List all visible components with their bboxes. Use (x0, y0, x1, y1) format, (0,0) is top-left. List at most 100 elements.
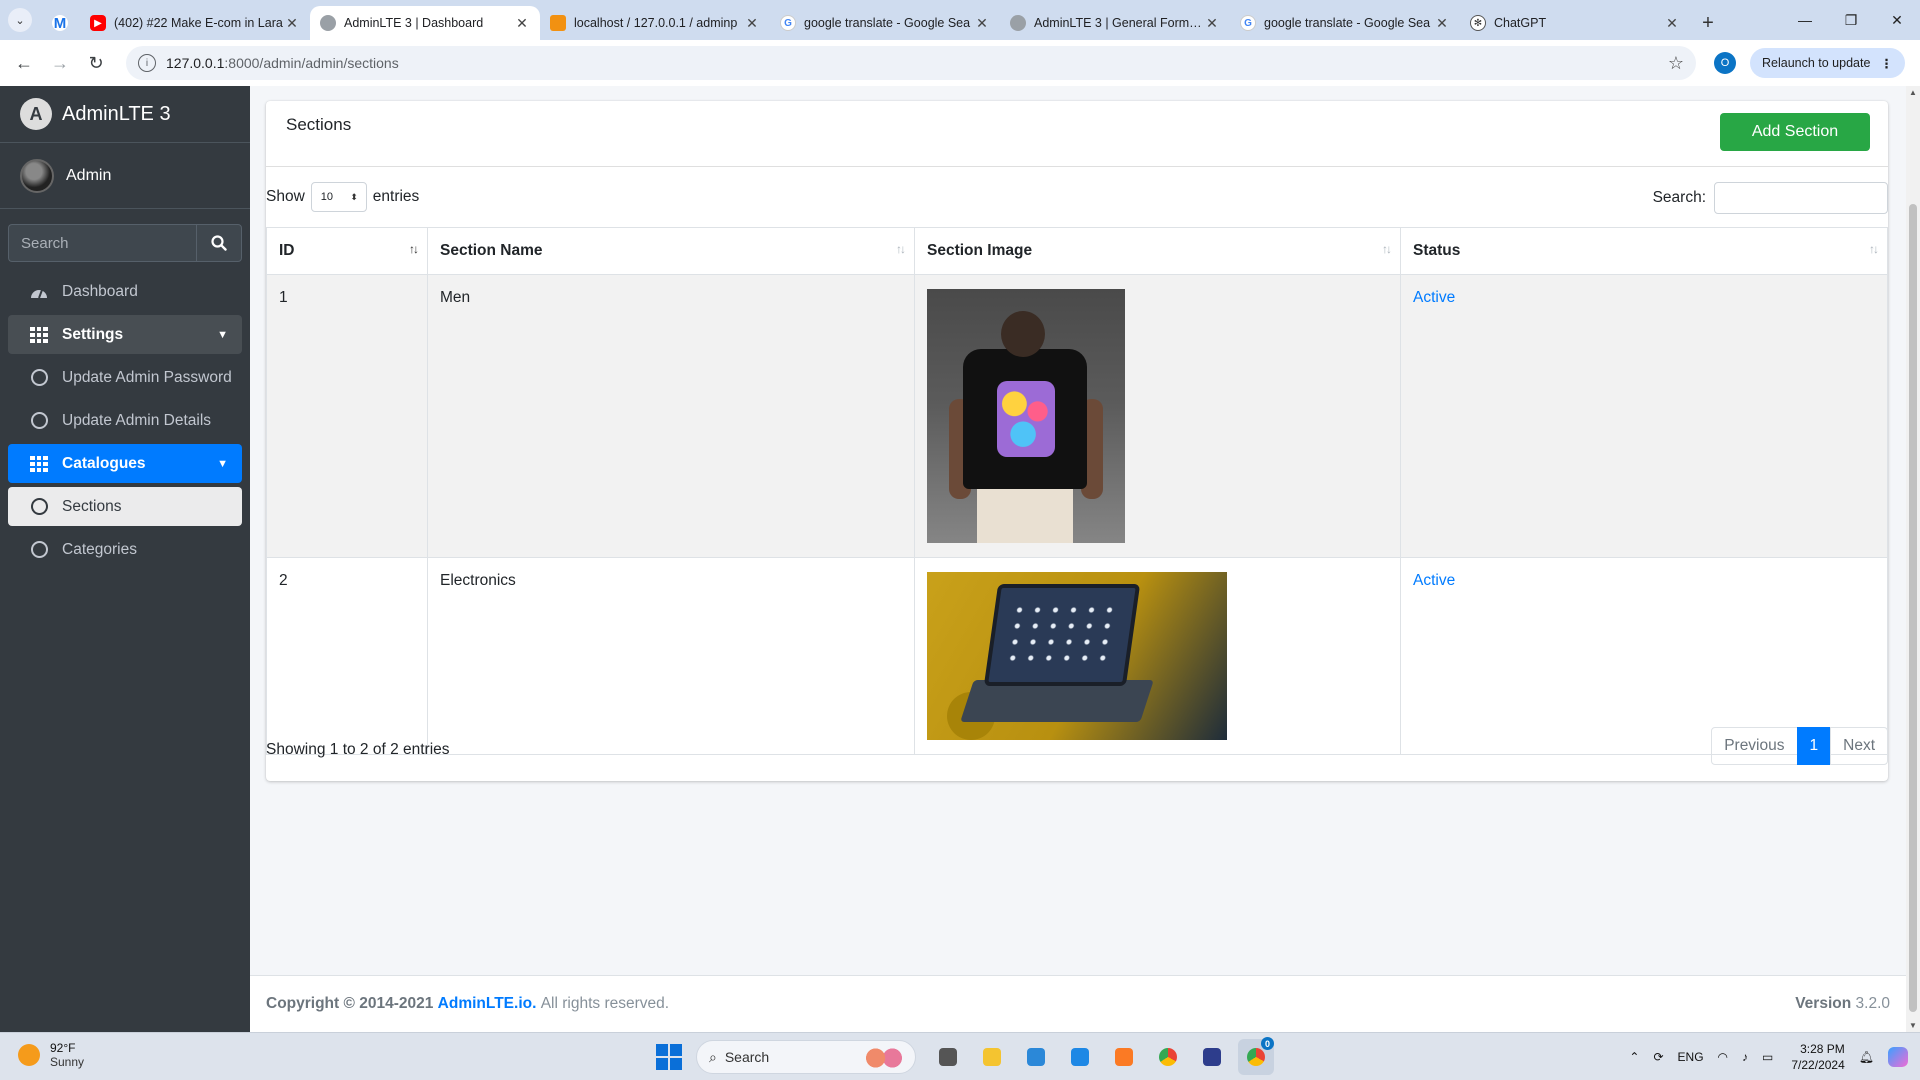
chrome-icon[interactable] (1150, 1039, 1186, 1075)
scrollbar-thumb[interactable] (1909, 204, 1917, 1012)
file-explorer-icon[interactable] (974, 1039, 1010, 1075)
vscode-icon[interactable] (1062, 1039, 1098, 1075)
sidebar-search: Search (8, 224, 242, 262)
close-icon[interactable]: ✕ (744, 15, 760, 32)
sidebar-item-catalogues[interactable]: Catalogues ▼ (8, 444, 242, 483)
sort-icon: ↑↓ (1869, 242, 1879, 256)
table-info: Showing 1 to 2 of 2 entries (266, 741, 450, 758)
pagination-page-1[interactable]: 1 (1796, 727, 1832, 765)
powershell-icon[interactable] (1194, 1039, 1230, 1075)
column-header-status[interactable]: Status ↑↓ (1400, 227, 1888, 275)
weather-condition: Sunny (50, 1055, 85, 1069)
close-icon[interactable]: ✕ (284, 15, 300, 32)
tab-general-form[interactable]: AdminLTE 3 | General Form Ele ✕ (1000, 6, 1230, 40)
profile-avatar[interactable]: O (1714, 52, 1736, 74)
weather-widget[interactable]: 92°F Sunny (18, 1041, 84, 1069)
close-window-icon[interactable]: ✕ (1874, 0, 1920, 40)
column-header-id[interactable]: ID ↑↓ (266, 227, 428, 275)
sidebar-item-label: Categories (62, 540, 137, 558)
minimize-icon[interactable]: — (1782, 0, 1828, 40)
sidebar-item-sections[interactable]: Sections (8, 487, 242, 526)
add-section-button[interactable]: Add Section (1720, 113, 1870, 151)
sidebar-item-update-admin-password[interactable]: Update Admin Password (8, 358, 242, 397)
battery-icon[interactable]: ▭ (1762, 1050, 1773, 1064)
circle-icon (28, 412, 50, 429)
wifi-icon[interactable]: ◠ (1718, 1050, 1728, 1064)
show-label: Show (266, 188, 305, 205)
cell-id: 2 (266, 557, 428, 755)
sidebar-item-label: Update Admin Details (62, 411, 212, 429)
close-icon[interactable]: ✕ (974, 15, 990, 32)
user-name[interactable]: Admin (66, 167, 111, 185)
tab-title: localhost / 127.0.0.1 / adminp (574, 16, 738, 30)
sync-icon[interactable]: ⟳ (1653, 1050, 1663, 1064)
volume-icon[interactable]: ♪ (1742, 1050, 1748, 1064)
tab-gmail[interactable]: M (40, 6, 80, 40)
pagination-previous[interactable]: Previous (1711, 727, 1798, 765)
circle-icon (28, 498, 50, 515)
sidebar-item-update-admin-details[interactable]: Update Admin Details (8, 401, 242, 440)
sections-table: ID ↑↓ Section Name ↑↓ Section Image ↑↓ Stat… (266, 227, 1888, 755)
phpmyadmin-icon (550, 15, 566, 31)
bookmark-star-icon[interactable]: ☆ (1668, 53, 1684, 74)
chevron-up-icon[interactable]: ⌃ (1629, 1050, 1639, 1064)
copilot-icon[interactable] (1888, 1047, 1908, 1067)
main-footer: Copyright © 2014-2021 AdminLTE.io. All r… (250, 975, 1906, 1032)
circle-icon (28, 369, 50, 386)
tab-phpmyadmin[interactable]: localhost / 127.0.0.1 / adminp ✕ (540, 6, 770, 40)
window-controls: — ❐ ✕ (1782, 0, 1920, 40)
forward-arrow-icon[interactable]: → (44, 47, 76, 79)
back-arrow-icon[interactable]: ← (8, 47, 40, 79)
column-header-section-name[interactable]: Section Name ↑↓ (427, 227, 915, 275)
restore-icon[interactable]: ❐ (1828, 0, 1874, 40)
sidebar-search-input[interactable]: Search (8, 224, 196, 262)
site-info-icon[interactable]: i (138, 54, 156, 72)
browser-toolbar: ← → ↻ i 127.0.0.1:8000/admin/admin/secti… (0, 40, 1920, 86)
close-icon[interactable]: ✕ (1434, 15, 1450, 32)
brand-link[interactable]: A AdminLTE 3 (0, 86, 250, 143)
tab-admin-dashboard[interactable]: AdminLTE 3 | Dashboard ✕ (310, 6, 540, 40)
close-icon[interactable]: ✕ (514, 15, 530, 32)
tab-search-button[interactable]: ⌄ (0, 0, 40, 40)
sidebar-item-categories[interactable]: Categories (8, 530, 242, 569)
page-scrollbar[interactable]: ▲ ▼ (1906, 86, 1920, 1032)
adminlte-link[interactable]: AdminLTE.io. (438, 995, 537, 1013)
new-tab-button[interactable]: + (1690, 6, 1726, 40)
search-icon[interactable] (196, 224, 242, 262)
microsoft-store-icon[interactable] (1018, 1039, 1054, 1075)
entries-length-control: Show 10 ⬍ entries (266, 182, 419, 212)
tab-youtube[interactable]: ▶ (402) #22 Make E-com in Lara ✕ (80, 6, 310, 40)
tab-google-translate[interactable]: G google translate - Google Sea ✕ (770, 6, 1000, 40)
address-bar[interactable]: i 127.0.0.1:8000/admin/admin/sections ☆ (126, 46, 1696, 80)
language-indicator[interactable]: ENG (1678, 1050, 1704, 1064)
pagination-next[interactable]: Next (1830, 727, 1888, 765)
table-search-input[interactable] (1714, 182, 1888, 214)
clock[interactable]: 3:28 PM 7/22/2024 (1791, 1041, 1844, 1073)
laptop-photo (927, 572, 1227, 740)
rights-text: All rights reserved. (540, 995, 670, 1012)
reload-icon[interactable]: ↻ (80, 47, 112, 79)
windows-start-icon[interactable] (656, 1044, 682, 1070)
column-header-section-image[interactable]: Section Image ↑↓ (914, 227, 1401, 275)
grid-icon (28, 326, 50, 343)
sidebar-item-settings[interactable]: Settings ▼ (8, 315, 242, 354)
taskbar-search[interactable]: ⌕ Search (696, 1040, 916, 1074)
close-icon[interactable]: ✕ (1664, 15, 1680, 32)
tab-google-translate-2[interactable]: G google translate - Google Sea ✕ (1230, 6, 1460, 40)
status-toggle-link[interactable]: Active (1413, 572, 1455, 589)
version-label: Version (1795, 995, 1852, 1012)
status-toggle-link[interactable]: Active (1413, 289, 1455, 306)
chrome-profile-icon[interactable]: 0 (1238, 1037, 1274, 1075)
close-icon[interactable]: ✕ (1204, 15, 1220, 32)
entries-select[interactable]: 10 ⬍ (310, 182, 367, 212)
task-view-icon[interactable] (930, 1039, 966, 1075)
notification-bell-icon[interactable]: 🔔︎ (1859, 1050, 1874, 1064)
cell-section-name: Men (427, 274, 915, 558)
relaunch-button[interactable]: Relaunch to update ⋮ (1750, 48, 1905, 78)
scroll-up-icon[interactable]: ▲ (1906, 88, 1920, 97)
sidebar-item-dashboard[interactable]: Dashboard (8, 272, 242, 311)
tab-chatgpt[interactable]: ✻ ChatGPT ✕ (1460, 6, 1690, 40)
xampp-icon[interactable] (1106, 1039, 1142, 1075)
scroll-down-icon[interactable]: ▼ (1906, 1021, 1920, 1030)
sidebar-item-label: Dashboard (62, 282, 138, 300)
